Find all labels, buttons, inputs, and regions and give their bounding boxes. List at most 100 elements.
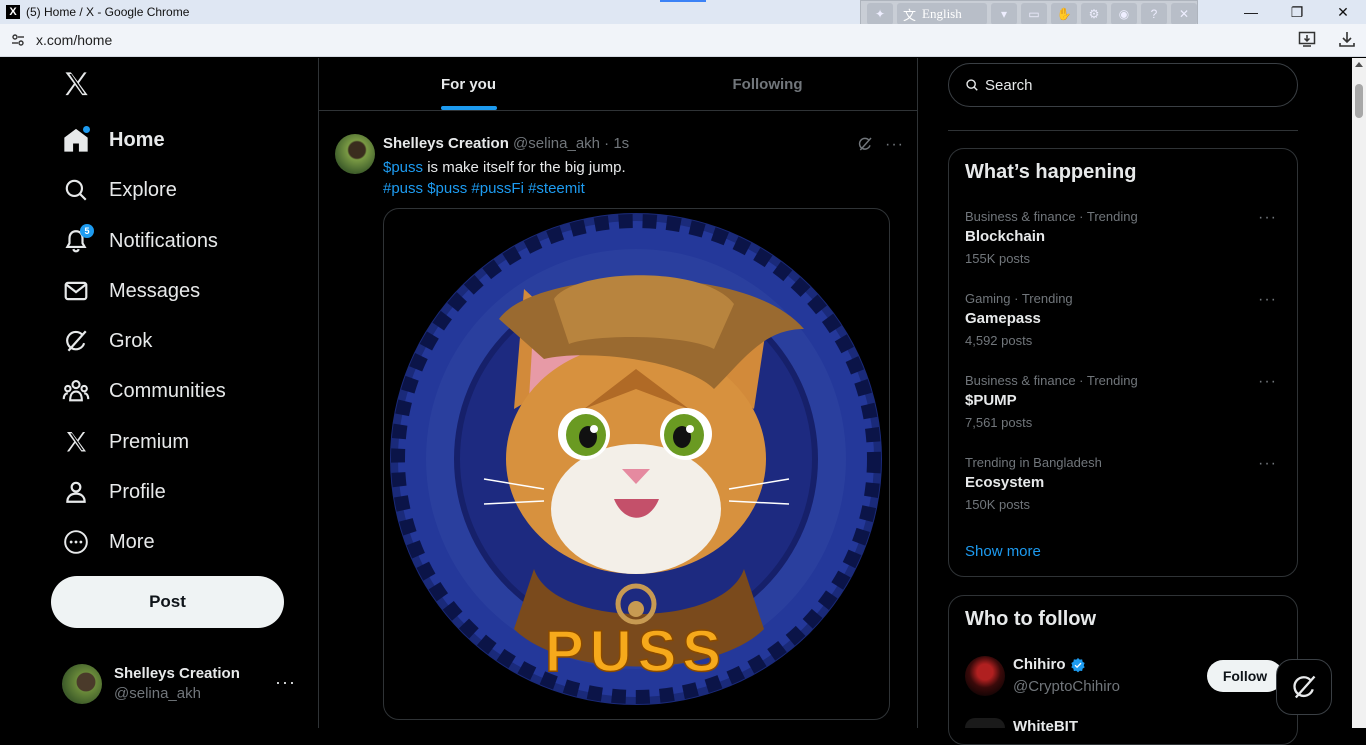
avatar[interactable] xyxy=(335,134,375,174)
grok-floating-button[interactable] xyxy=(1276,659,1332,715)
trend-context: Business & finance · Trending xyxy=(965,373,1138,388)
trend-context: Trending in Bangladesh xyxy=(965,455,1102,470)
follow-suggestion[interactable]: Chihiro @CryptoChihiro Follow xyxy=(965,654,1285,698)
tab-for-you[interactable]: For you xyxy=(319,58,618,110)
hashtag-links[interactable]: #puss $puss #pussFi #steemit xyxy=(383,178,626,199)
trend-item[interactable]: Business & finance · Trending $PUMP 7,56… xyxy=(965,373,1285,430)
who-to-follow-panel: Who to follow Chihiro @CryptoChihiro Fol… xyxy=(948,595,1298,745)
more-dots-icon[interactable]: ··· xyxy=(275,672,296,693)
avatar[interactable] xyxy=(965,656,1005,696)
tweet-header: Shelleys Creation @selina_akh · 1s xyxy=(383,135,629,152)
tweet-body: is make itself for the big jump. xyxy=(423,159,626,176)
nav-label: Messages xyxy=(109,279,201,302)
tweet-author-name[interactable]: Shelleys Creation xyxy=(383,135,509,152)
bell-icon: 5 xyxy=(60,224,94,257)
trend-count: 155K posts xyxy=(965,251,1031,266)
divider xyxy=(948,130,1298,131)
trend-name: Gamepass xyxy=(965,310,1041,327)
cashtag-link[interactable]: $puss xyxy=(383,159,423,176)
more-dots-icon[interactable]: ··· xyxy=(1258,209,1277,227)
suggestion-name[interactable]: WhiteBIT xyxy=(1013,718,1078,735)
more-dots-icon[interactable]: ··· xyxy=(1258,455,1277,473)
url-field[interactable]: x.com/home xyxy=(36,32,112,48)
nav-item-notifications[interactable]: 5 Notifications xyxy=(60,221,218,261)
account-name: Shelleys Creation xyxy=(114,665,240,682)
grok-icon[interactable] xyxy=(857,136,873,157)
nav-item-home[interactable]: Home xyxy=(60,120,165,160)
account-handle: @selina_akh xyxy=(114,685,201,702)
verified-badge-icon xyxy=(1070,657,1085,672)
follow-button[interactable]: Follow xyxy=(1207,660,1283,692)
trend-name: Blockchain xyxy=(965,228,1046,245)
nav-label: Home xyxy=(109,128,165,151)
chevron-down-icon[interactable]: ▾ xyxy=(991,3,1017,25)
help-icon[interactable]: ? xyxy=(1141,3,1167,25)
close-window-icon[interactable]: ✕ xyxy=(1320,0,1366,24)
tweet-actions: ··· xyxy=(857,136,904,157)
scroll-up-icon[interactable] xyxy=(1355,62,1363,67)
hand-icon[interactable]: ✋ xyxy=(1051,3,1077,25)
pin-icon[interactable]: ✦ xyxy=(867,3,893,25)
nav-label: Communities xyxy=(109,379,226,402)
main-timeline: For you Following Shelleys Creation @sel… xyxy=(318,58,918,728)
minimize-icon[interactable]: — xyxy=(1228,0,1274,24)
language-selector[interactable]: 文 English xyxy=(897,3,987,25)
nav-item-explore[interactable]: Explore xyxy=(60,170,177,210)
active-tab-indicator xyxy=(660,0,706,2)
post-button[interactable]: Post xyxy=(51,576,284,628)
install-app-icon[interactable] xyxy=(1298,30,1316,53)
nav-item-premium[interactable]: Premium xyxy=(60,422,189,462)
tweet-image[interactable]: PUSS xyxy=(383,208,890,720)
nav-item-more[interactable]: More xyxy=(60,522,155,562)
nav-item-communities[interactable]: Communities xyxy=(60,371,226,411)
nav-label: Explore xyxy=(109,178,177,201)
left-sidebar: Home Explore 5 Notifications Messages Gr… xyxy=(0,58,318,728)
keyboard-icon[interactable]: ▭ xyxy=(1021,3,1047,25)
settings-icon[interactable]: ⚙ xyxy=(1081,3,1107,25)
suggestion-name[interactable]: Chihiro xyxy=(1013,656,1066,673)
language-label: English xyxy=(922,6,962,21)
download-icon[interactable] xyxy=(1338,30,1356,53)
tab-following[interactable]: Following xyxy=(618,58,917,110)
nav-label: More xyxy=(109,530,155,553)
x-page: Home Explore 5 Notifications Messages Gr… xyxy=(0,58,1366,745)
nav-item-profile[interactable]: Profile xyxy=(60,472,166,512)
follow-suggestion[interactable]: WhiteBIT xyxy=(965,718,1285,735)
search-box[interactable] xyxy=(948,63,1298,107)
more-dots-icon[interactable]: ··· xyxy=(1258,291,1277,309)
show-more-link[interactable]: Show more xyxy=(965,543,1041,560)
account-switcher[interactable]: Shelleys Creation @selina_akh ··· xyxy=(62,662,312,706)
nav-label: Grok xyxy=(109,329,153,352)
search-icon xyxy=(966,79,978,91)
avatar[interactable] xyxy=(965,718,1005,728)
trend-item[interactable]: Gaming · Trending Gamepass 4,592 posts ·… xyxy=(965,291,1285,348)
close-toolbar-icon[interactable]: ✕ xyxy=(1171,3,1197,25)
nav-item-grok[interactable]: Grok xyxy=(60,321,152,361)
nav-label: Profile xyxy=(109,480,166,503)
x-logo-icon xyxy=(60,426,92,458)
tab-label: For you xyxy=(441,75,496,93)
trend-item[interactable]: Business & finance · Trending Blockchain… xyxy=(965,209,1285,266)
more-dots-icon[interactable]: ··· xyxy=(885,136,904,157)
page-scrollbar[interactable] xyxy=(1352,58,1366,728)
grok-icon xyxy=(60,325,92,357)
restore-icon[interactable]: ❐ xyxy=(1274,0,1320,24)
tab-label: Following xyxy=(732,75,803,93)
nav-item-messages[interactable]: Messages xyxy=(60,271,200,311)
search-input[interactable] xyxy=(985,76,1265,94)
globe-icon[interactable]: ◉ xyxy=(1111,3,1137,25)
site-settings-icon[interactable] xyxy=(10,32,26,48)
unread-dot xyxy=(83,126,90,133)
home-icon xyxy=(60,124,92,156)
more-dots-icon[interactable]: ··· xyxy=(1258,373,1277,391)
trending-panel: What’s happening Business & finance · Tr… xyxy=(948,148,1298,577)
scrollbar-thumb[interactable] xyxy=(1355,84,1363,118)
trend-item[interactable]: Trending in Bangladesh Ecosystem 150K po… xyxy=(965,455,1285,512)
notification-badge: 5 xyxy=(80,224,94,238)
x-logo-icon[interactable] xyxy=(62,70,92,100)
window-title: (5) Home / X - Google Chrome xyxy=(26,5,190,19)
trending-title: What’s happening xyxy=(965,161,1137,183)
translate-icon: 文 xyxy=(903,7,917,23)
suggestion-name-row: Chihiro xyxy=(1013,656,1086,673)
tweet-text: $puss is make itself for the big jump. #… xyxy=(383,157,626,199)
